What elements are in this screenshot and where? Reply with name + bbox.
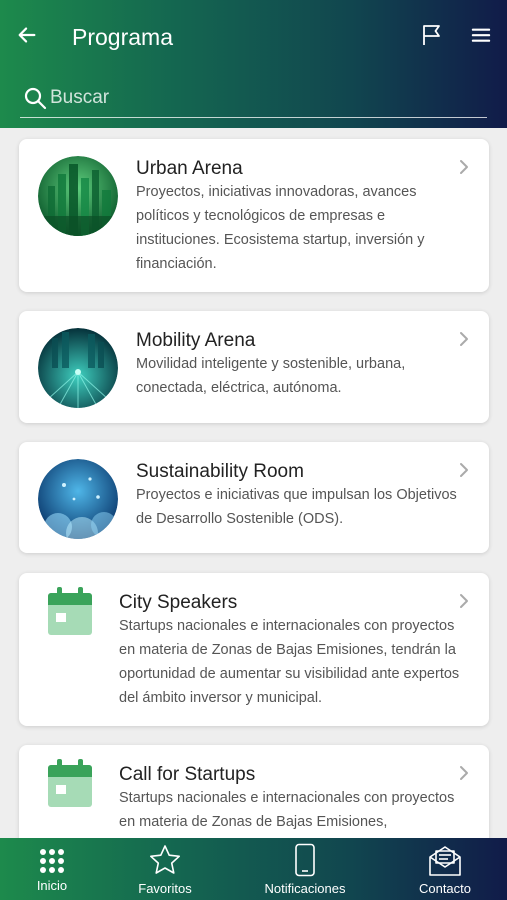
card-title: Urban Arena [136, 158, 243, 179]
calendar-icon [48, 587, 92, 635]
chevron-right-icon [460, 463, 468, 477]
card-description: Movilidad inteligente y sostenible, urba… [136, 356, 406, 396]
search-icon [24, 87, 47, 110]
search-bar[interactable] [20, 82, 487, 118]
mail-icon [429, 846, 461, 876]
calendar-icon [48, 759, 92, 807]
program-list[interactable]: Urban Arena Proyectos, iniciativas innov… [0, 128, 507, 838]
page-title: Programa [72, 24, 173, 50]
program-card-call-for-startups[interactable]: Call for Startups Startups nacionales e … [19, 745, 489, 838]
program-card-city-speakers[interactable]: City Speakers Startups nacionales e inte… [19, 573, 489, 726]
phone-icon [295, 843, 315, 877]
sustainability-room-image [38, 459, 118, 539]
chevron-right-icon [460, 766, 468, 780]
search-input[interactable] [50, 84, 470, 112]
hamburger-menu-icon[interactable] [470, 24, 492, 46]
tab-label: Notificaciones [264, 881, 346, 896]
grid-icon [40, 849, 64, 873]
card-title: Mobility Arena [136, 330, 256, 351]
chevron-right-icon [460, 332, 468, 346]
flag-icon[interactable] [420, 23, 444, 47]
card-description: Proyectos e iniciativas que impulsan los… [136, 487, 457, 527]
tab-notificaciones[interactable]: Notificaciones [248, 838, 362, 900]
program-card-urban-arena[interactable]: Urban Arena Proyectos, iniciativas innov… [19, 139, 489, 292]
program-card-mobility-arena[interactable]: Mobility Arena Movilidad inteligente y s… [19, 311, 489, 423]
card-title: City Speakers [119, 592, 238, 613]
tab-contacto[interactable]: Contacto [396, 838, 494, 900]
card-title: Sustainability Room [136, 461, 304, 482]
urban-arena-image [38, 156, 118, 236]
back-arrow-icon[interactable] [16, 24, 38, 46]
star-icon [150, 845, 180, 874]
chevron-right-icon [460, 594, 468, 608]
app-header: Programa [0, 0, 507, 128]
card-title: Call for Startups [119, 764, 256, 785]
card-description: Startups nacionales e internacionales co… [119, 790, 455, 830]
card-description: Proyectos, iniciativas innovadoras, avan… [136, 184, 425, 272]
mobility-arena-image [38, 328, 118, 408]
bottom-tab-bar: Inicio Favoritos Notificaciones Contacto [0, 838, 507, 900]
card-description: Startups nacionales e internacionales co… [119, 618, 460, 706]
chevron-right-icon [460, 160, 468, 174]
program-card-sustainability-room[interactable]: Sustainability Room Proyectos e iniciati… [19, 442, 489, 553]
tab-inicio[interactable]: Inicio [0, 838, 104, 900]
tab-label: Favoritos [138, 881, 192, 896]
tab-label: Inicio [36, 878, 68, 893]
tab-favoritos[interactable]: Favoritos [112, 838, 218, 900]
tab-label: Contacto [418, 881, 472, 896]
